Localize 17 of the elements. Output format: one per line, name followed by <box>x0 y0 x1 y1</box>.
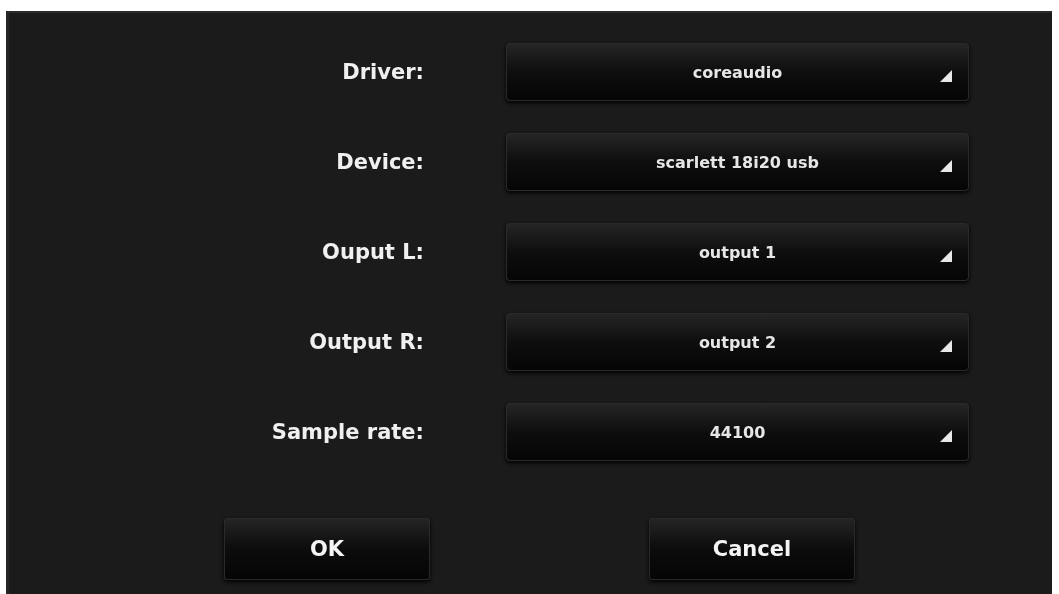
dropdown[interactable]: coreaudio <box>506 43 969 101</box>
dropdown[interactable]: output 1 <box>506 223 969 281</box>
setting-label: Device: <box>335 150 424 174</box>
dialog-button[interactable]: Cancel <box>649 518 855 580</box>
setting-label: Sample rate: <box>270 420 424 444</box>
dropdown-triangle-icon <box>940 250 952 262</box>
dialog-button[interactable]: OK <box>224 518 430 580</box>
setting-label: Driver: <box>341 60 424 84</box>
setting-label: Ouput L: <box>321 240 424 264</box>
dropdown-triangle-icon <box>940 160 952 172</box>
dropdown-triangle-icon <box>940 340 952 352</box>
dropdown[interactable]: 44100 <box>506 403 969 461</box>
dropdown[interactable]: output 2 <box>506 313 969 371</box>
setting-label: Output R: <box>308 330 424 354</box>
dropdown-triangle-icon <box>940 70 952 82</box>
dropdown[interactable]: scarlett 18i20 usb <box>506 133 969 191</box>
dropdown-triangle-icon <box>940 430 952 442</box>
